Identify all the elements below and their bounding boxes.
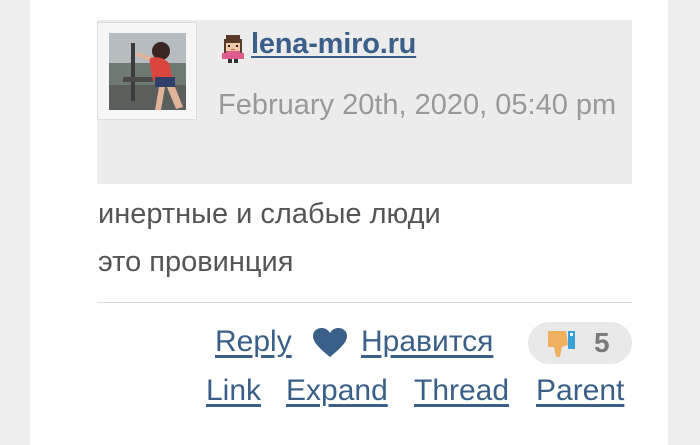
like-link[interactable]: Нравится [361,325,493,359]
username-link[interactable]: lena-miro.ru [251,28,416,61]
dislike-count: 5 [594,327,610,358]
heart-icon[interactable] [313,328,347,358]
parent-link[interactable]: Parent [536,374,624,408]
thread-link[interactable]: Thread [414,374,509,408]
link-link[interactable]: Link [206,374,261,408]
page-margin-right [668,0,700,445]
dislike-button[interactable]: 5 [528,322,632,364]
comment-body: инертные и слабые люди это провинция [98,190,618,286]
page-margin-left [0,0,30,445]
user-pixel-icon [220,33,246,63]
expand-link[interactable]: Expand [286,374,388,408]
reply-link[interactable]: Reply [215,325,292,359]
comment-line: инертные и слабые люди [98,198,441,230]
comment-timestamp[interactable]: February 20th, 2020, 05:40 pm [97,81,632,129]
thumbs-down-icon [546,329,580,359]
divider [97,302,632,303]
comment-line: это провинция [98,246,294,278]
